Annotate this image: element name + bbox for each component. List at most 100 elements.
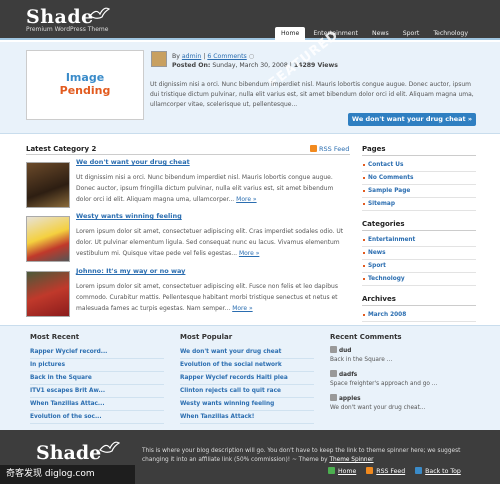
sidebar: Pages Contact Us No Comments Sample Page… xyxy=(362,145,476,331)
category-heading: Latest Category 2 xyxy=(26,145,97,153)
popular-link[interactable]: Rapper Wyclef records Haiti plea xyxy=(180,372,314,385)
recent-link[interactable]: When Tanzillas Attac... xyxy=(30,398,164,411)
nav-tab-news[interactable]: News xyxy=(366,27,395,40)
recent-link[interactable]: In pictures xyxy=(30,359,164,372)
recent-link[interactable]: Back in the Square xyxy=(30,372,164,385)
comment-item[interactable]: apples We don't want your drug cheat... xyxy=(330,394,470,413)
rss-feed-link[interactable]: RSS Feed xyxy=(310,145,349,153)
post-title-link[interactable]: Westy wants winning feeling xyxy=(76,212,182,220)
post-excerpt: Lorem ipsum dolor sit amet, consectetuer… xyxy=(76,283,338,312)
popular-link[interactable]: When Tanzillas Attack! xyxy=(180,411,314,424)
sidebar-item-technology[interactable]: Technology xyxy=(362,273,476,286)
sidebar-heading: Archives xyxy=(362,295,476,306)
theme-spinner-link[interactable]: Theme Spinner xyxy=(329,457,373,463)
nav-tab-home[interactable]: Home xyxy=(275,27,306,40)
comment-author: dud xyxy=(339,348,352,354)
logo-subtitle: Premium WordPress Theme xyxy=(26,26,109,33)
comment-text: Space freighter's approach and go ... xyxy=(330,381,438,387)
by-label: By xyxy=(172,53,180,60)
posted-label: Posted On: xyxy=(172,62,211,69)
image-label-1: Image xyxy=(65,71,105,84)
category-divider xyxy=(26,154,350,155)
comments-link[interactable]: 6 Comments xyxy=(207,53,246,60)
more-link[interactable]: More » xyxy=(239,250,259,257)
post-excerpt: Lorem ipsum dolor sit amet, consectetuer… xyxy=(76,228,344,257)
nav-tab-sport[interactable]: Sport xyxy=(397,27,426,40)
sidebar-item-contact[interactable]: Contact Us xyxy=(362,159,476,172)
posted-date: Sunday, March 30, 2008 xyxy=(212,62,288,69)
sidebar-item-march-2008[interactable]: March 2008 xyxy=(362,309,476,322)
sidebar-item-sitemap[interactable]: Sitemap xyxy=(362,198,476,211)
sidebar-heading: Pages xyxy=(362,145,476,156)
most-recent-column: Most Recent Rapper Wyclef record... In p… xyxy=(30,333,164,424)
column-heading: Recent Comments xyxy=(330,333,402,341)
author-avatar xyxy=(151,51,167,67)
footer-logo[interactable]: Shade xyxy=(36,442,101,464)
sidebar-pages: Pages Contact Us No Comments Sample Page… xyxy=(362,145,476,211)
post-excerpt: Ut dignissim nisi a orci. Nunc bibendum … xyxy=(76,174,334,203)
post-item: Johnno: It's my way or no way Lorem ipsu… xyxy=(26,267,350,321)
sidebar-item-no-comments[interactable]: No Comments xyxy=(362,172,476,185)
featured-image-placeholder[interactable]: Image Pending xyxy=(26,50,144,120)
image-label-2: Pending xyxy=(59,84,111,97)
featured-excerpt: Ut dignissim nisi a orci. Nunc bibendum … xyxy=(150,81,474,108)
post-item: Westy wants winning feeling Lorem ipsum … xyxy=(26,212,350,266)
rss-icon xyxy=(366,467,374,474)
post-title-link[interactable]: We don't want your drug cheat xyxy=(76,158,190,166)
comment-text: Back in the Square ... xyxy=(330,357,393,363)
most-popular-column: Most Popular We don't want your drug che… xyxy=(180,333,314,424)
recent-link[interactable]: ITV1 escapes Brit Aw... xyxy=(30,385,164,398)
comment-item[interactable]: dud Back in the Square ... xyxy=(330,346,470,365)
footer-rss-link[interactable]: RSS Feed xyxy=(366,467,405,475)
footer-description: This is where your blog description will… xyxy=(142,448,461,463)
comment-bubble-icon: ○ xyxy=(248,53,255,60)
comment-user-icon xyxy=(330,394,337,401)
popular-link[interactable]: Evolution of the social network xyxy=(180,359,314,372)
post-thumbnail[interactable] xyxy=(26,271,70,317)
comment-user-icon xyxy=(330,346,337,353)
footer-top-link[interactable]: Back to Top xyxy=(415,467,461,475)
more-link[interactable]: More » xyxy=(232,305,252,312)
column-heading: Most Recent xyxy=(30,333,80,341)
sidebar-item-news[interactable]: News xyxy=(362,247,476,260)
column-heading: Most Popular xyxy=(180,333,233,341)
post-title-link[interactable]: Johnno: It's my way or no way xyxy=(76,267,185,275)
popular-link[interactable]: Clinton rejects call to quit race xyxy=(180,385,314,398)
rss-icon xyxy=(310,145,317,152)
comment-author: dadfs xyxy=(339,372,358,378)
bird-icon xyxy=(99,441,120,453)
sidebar-item-sample-page[interactable]: Sample Page xyxy=(362,185,476,198)
author-link[interactable]: admin xyxy=(182,53,201,60)
meta-separator: | xyxy=(203,53,206,60)
main-nav: Home Entertainment News Sport Technology xyxy=(275,27,474,40)
comment-text: We don't want your drug cheat... xyxy=(330,405,426,411)
featured-read-more-button[interactable]: We don't want your drug cheat » xyxy=(348,113,476,126)
post-thumbnail[interactable] xyxy=(26,216,70,262)
rss-label: RSS Feed xyxy=(319,145,350,153)
sidebar-heading: Categories xyxy=(362,220,476,231)
comment-item[interactable]: dadfs Space freighter's approach and go … xyxy=(330,370,470,389)
post-meta-date: Posted On: Sunday, March 30, 2008 | 1428… xyxy=(172,62,338,69)
post-thumbnail[interactable] xyxy=(26,162,70,208)
recent-link[interactable]: Evolution of the soc... xyxy=(30,411,164,424)
bird-icon xyxy=(89,7,110,19)
sidebar-archives: Archives March 2008 xyxy=(362,295,476,322)
popular-link[interactable]: Westy wants winning feeling xyxy=(180,398,314,411)
comment-user-icon xyxy=(330,370,337,377)
post-meta-author: By admin | 6 Comments ○ xyxy=(172,53,254,60)
site-watermark: 奇客发现 diglog.com xyxy=(0,465,135,484)
post-item: We don't want your drug cheat Ut digniss… xyxy=(26,158,350,212)
home-icon xyxy=(328,467,335,474)
nav-tab-technology[interactable]: Technology xyxy=(427,27,474,40)
footer-links: Home RSS Feed Back to Top xyxy=(328,467,461,475)
sidebar-item-entertainment[interactable]: Entertainment xyxy=(362,234,476,247)
recent-comments-column: Recent Comments dud Back in the Square .… xyxy=(330,333,470,418)
sidebar-item-sport[interactable]: Sport xyxy=(362,260,476,273)
comment-author: apples xyxy=(339,396,361,402)
arrow-up-icon xyxy=(415,467,423,474)
popular-link[interactable]: We don't want your drug cheat xyxy=(180,346,314,359)
footer-home-link[interactable]: Home xyxy=(328,467,356,475)
sidebar-categories: Categories Entertainment News Sport Tech… xyxy=(362,220,476,286)
recent-link[interactable]: Rapper Wyclef record... xyxy=(30,346,164,359)
more-link[interactable]: More » xyxy=(236,196,256,203)
